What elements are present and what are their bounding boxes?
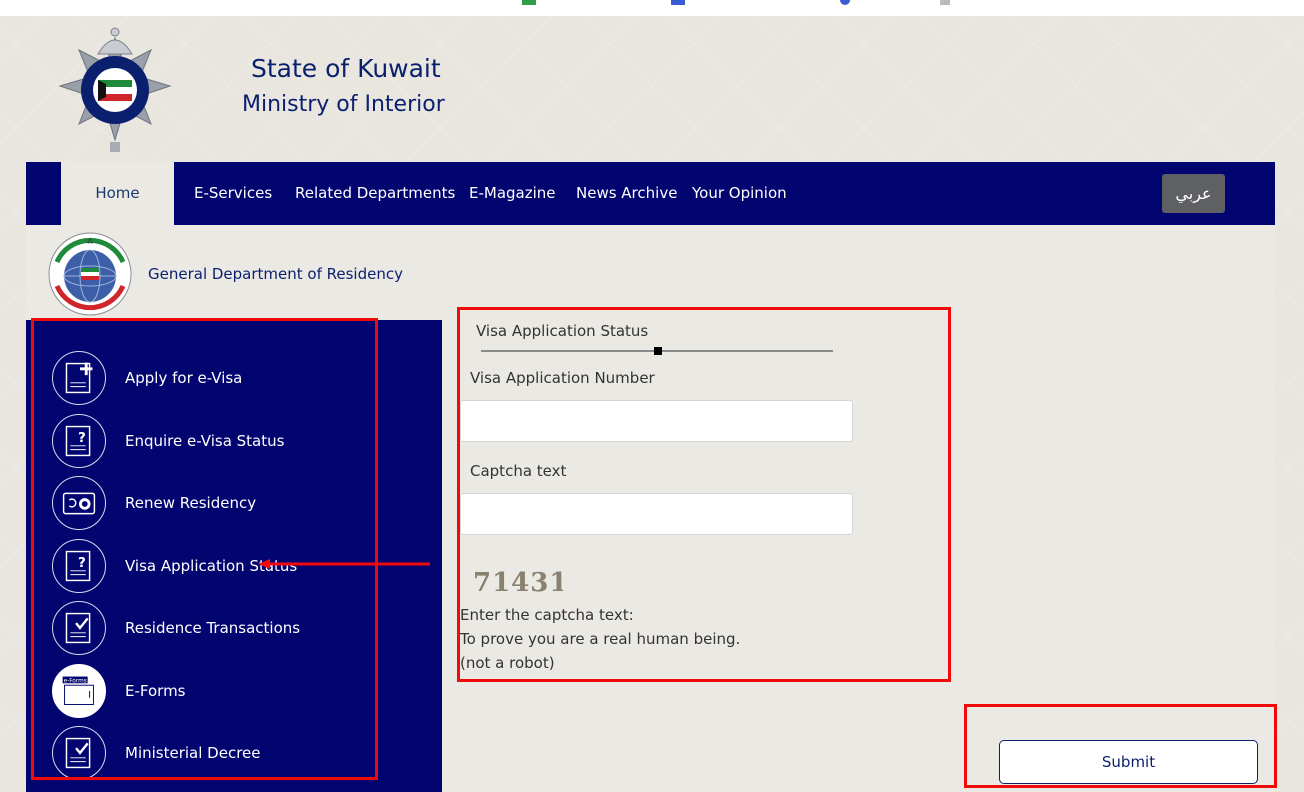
department-title: General Department of Residency [148,265,403,283]
strip-green-icon [522,0,536,5]
nav-e-magazine[interactable]: E-Magazine [469,162,556,225]
svg-text:⁂: ⁂ [87,238,94,246]
nav-your-opinion[interactable]: Your Opinion [692,162,787,225]
strip-circle-icon [840,0,850,5]
strip-grey-icon [940,0,950,5]
nav-news-archive[interactable]: News Archive [576,162,677,225]
strip-blue-icon [671,0,685,5]
highlight-sidebar-box [31,318,378,780]
kuwait-police-emblem-icon [58,27,172,152]
language-toggle-button[interactable]: عربي [1162,174,1225,213]
site-title-line2: Ministry of Interior [242,92,445,117]
site-title-line1: State of Kuwait [251,54,441,83]
nav-home[interactable]: Home [61,162,174,225]
highlight-form-box [457,307,951,682]
highlight-submit-box [964,704,1277,788]
nav-related-departments[interactable]: Related Departments [295,162,455,225]
browser-top-strip [0,0,1304,16]
nav-e-services[interactable]: E-Services [194,162,272,225]
residency-department-emblem-icon: ⁂ [48,232,132,316]
main-navbar: Home E-Services Related Departments E-Ma… [26,162,1275,225]
highlight-arrow-icon [258,559,430,569]
